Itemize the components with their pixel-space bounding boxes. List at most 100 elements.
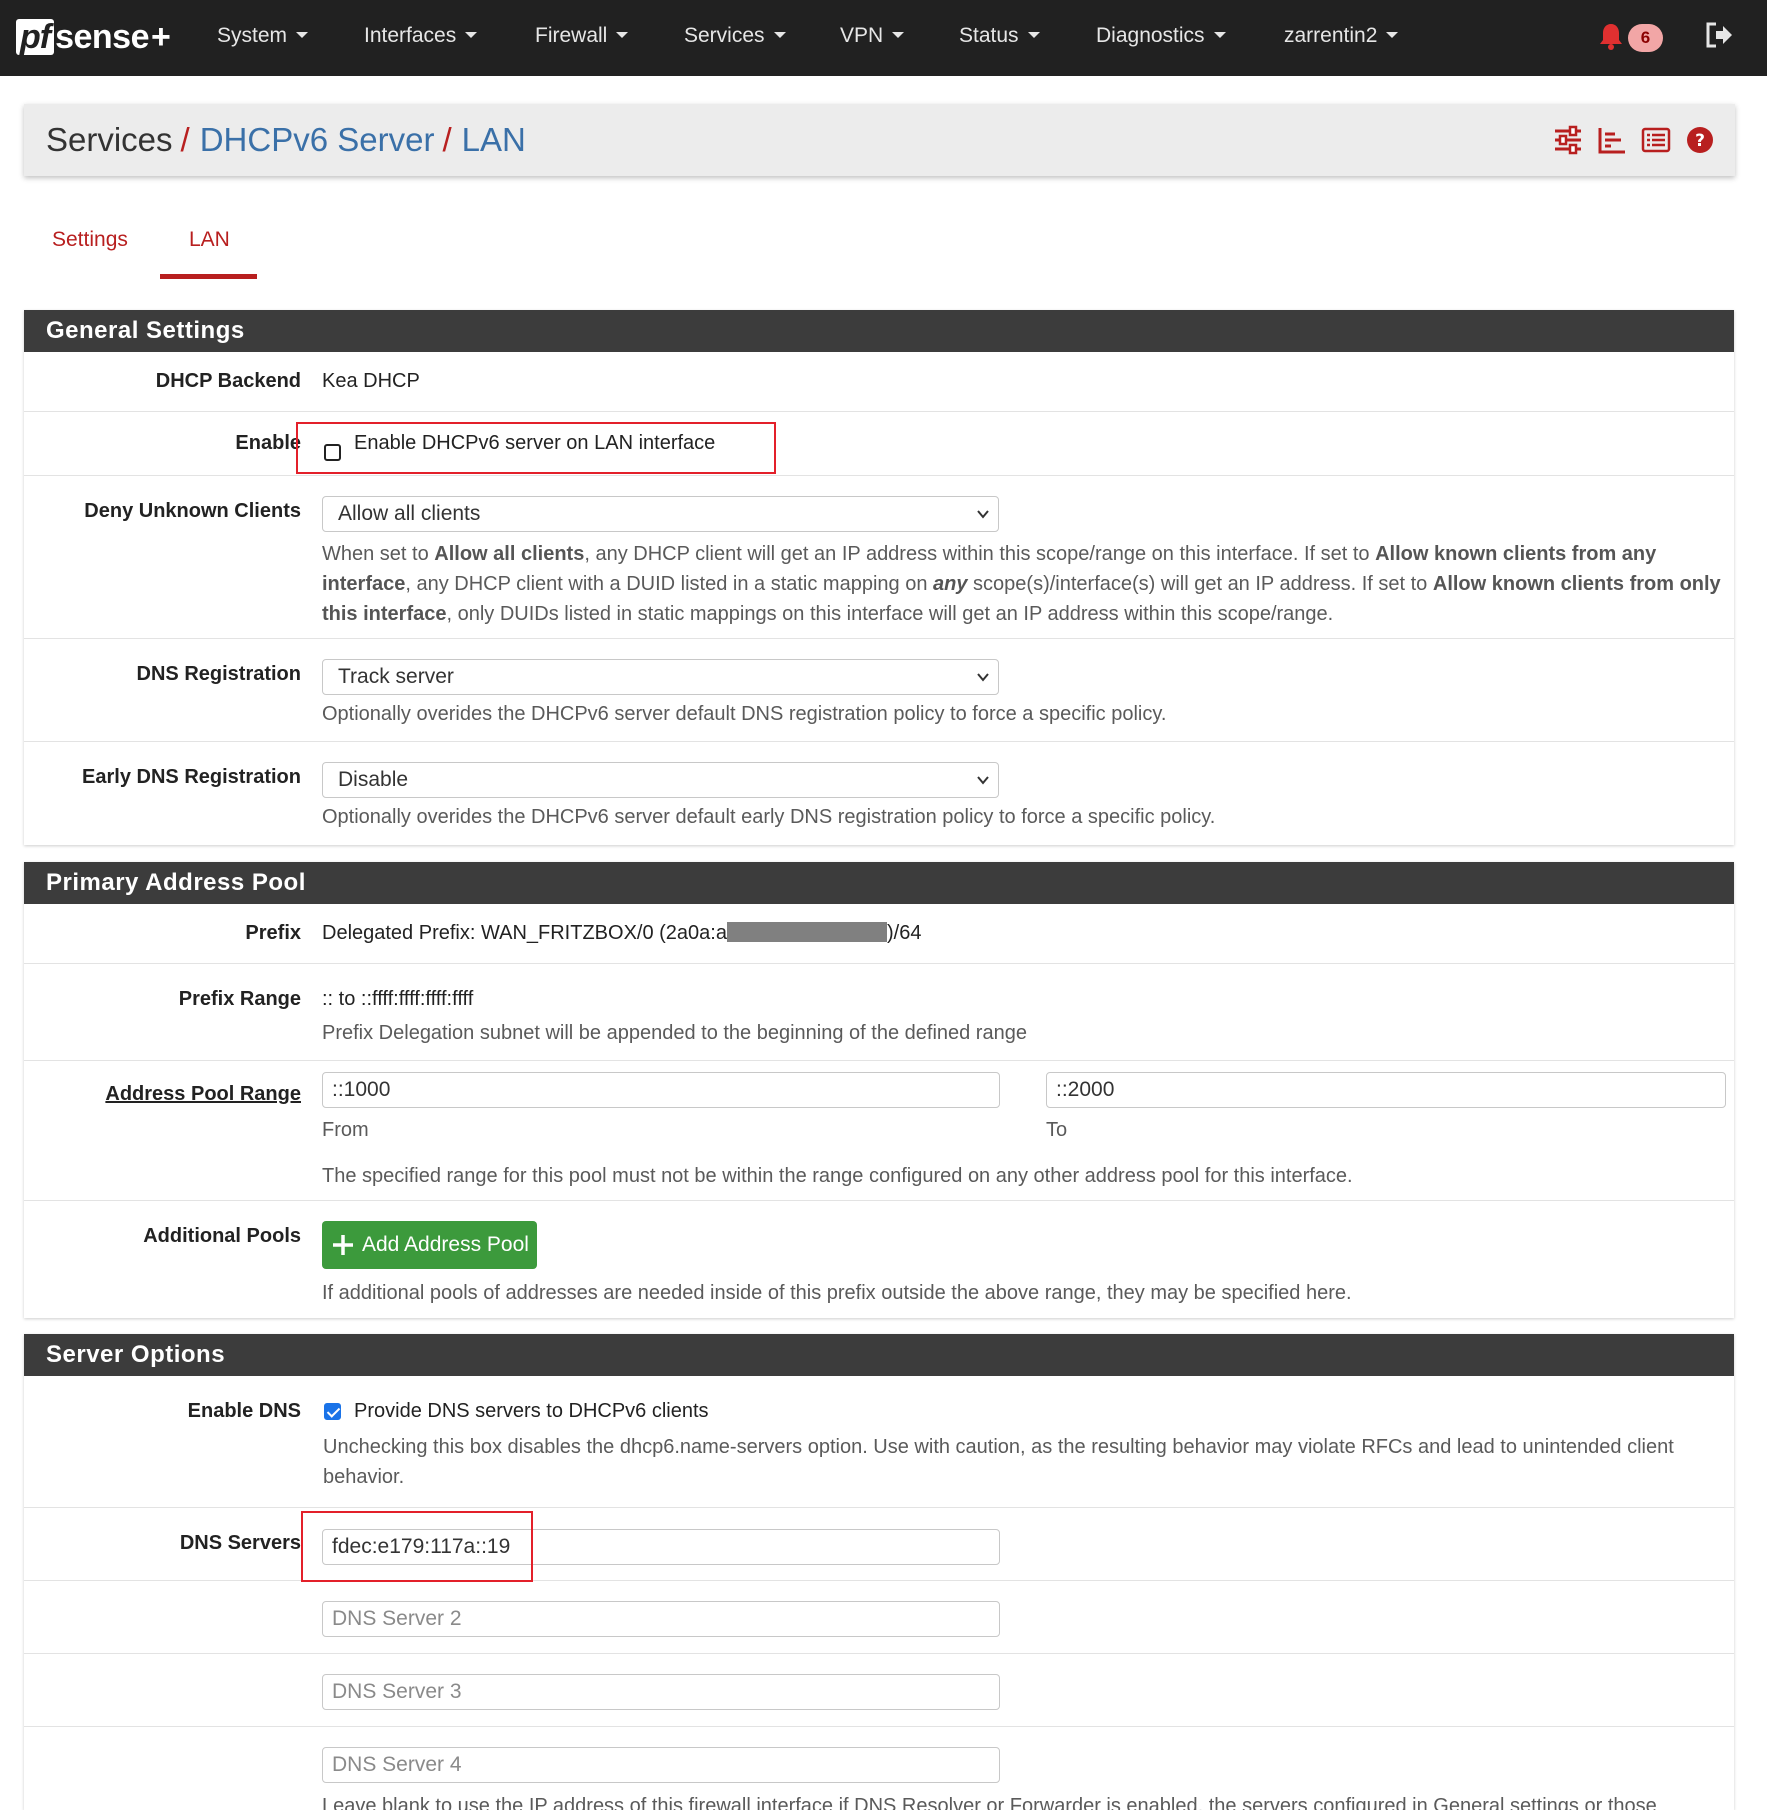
enable-checkbox-label[interactable]: Enable DHCPv6 server on LAN interface xyxy=(354,432,715,455)
redacted-block xyxy=(726,921,887,942)
plus-icon xyxy=(333,1235,353,1255)
pool-from-input[interactable]: ::1000 xyxy=(322,1072,1000,1108)
early-dns-select[interactable]: Disable xyxy=(322,762,999,798)
chevron-down-icon xyxy=(977,510,989,519)
primary-address-pool-panel: Primary Address Pool Prefix Delegated Pr… xyxy=(24,862,1734,1318)
panel-title: General Settings xyxy=(24,310,1734,352)
dns-registration-help: Optionally overides the DHCPv6 server de… xyxy=(322,703,1167,725)
logo-sense: sense xyxy=(55,18,149,56)
chart-icon[interactable] xyxy=(1597,125,1627,155)
chevron-down-icon xyxy=(1213,32,1226,39)
prefix-range-label: Prefix Range xyxy=(178,988,301,1010)
row-dns-server-3: DNS Server 3 xyxy=(24,1654,1734,1727)
enable-label: Enable xyxy=(235,432,301,454)
row-dns-server-2: DNS Server 2 xyxy=(24,1581,1734,1654)
breadcrumb-separator: / xyxy=(442,121,452,158)
early-dns-label: Early DNS Registration xyxy=(82,766,301,788)
row-prefix-range: Prefix Range :: to ::ffff:ffff:ffff:ffff… xyxy=(24,964,1734,1061)
row-deny-unknown-clients: Deny Unknown Clients Allow all clients W… xyxy=(24,476,1734,639)
dhcp-backend-label: DHCP Backend xyxy=(155,370,301,392)
row-additional-pools: Additional Pools Add Address Pool If add… xyxy=(24,1201,1734,1318)
row-prefix: Prefix Delegated Prefix: WAN_FRITZBOX/0 … xyxy=(24,904,1734,964)
breadcrumb: Services / DHCPv6 Server / LAN xyxy=(46,104,526,176)
additional-pools-help: If additional pools of addresses are nee… xyxy=(322,1282,1352,1304)
breadcrumb-lan[interactable]: LAN xyxy=(462,121,526,158)
additional-pools-label: Additional Pools xyxy=(143,1225,301,1247)
chevron-down-icon xyxy=(1027,32,1040,39)
pfsense-logo[interactable]: pf sense + xyxy=(16,14,171,60)
logo-plus: + xyxy=(151,18,171,56)
chevron-down-icon xyxy=(892,32,905,39)
breadcrumb-actions: ? xyxy=(1553,124,1715,156)
dns-servers-label: DNS Servers xyxy=(179,1532,301,1554)
enable-dns-checkbox[interactable] xyxy=(324,1403,341,1420)
row-address-pool-range: Address Pool Range ::1000 ::2000 From To… xyxy=(24,1061,1734,1201)
prefix-value: Delegated Prefix: WAN_FRITZBOX/0 (2a0a:a… xyxy=(322,921,922,944)
address-pool-range-label[interactable]: Address Pool Range xyxy=(105,1083,301,1106)
breadcrumb-separator: / xyxy=(180,121,190,158)
enable-dns-checkbox-label[interactable]: Provide DNS servers to DHCPv6 clients xyxy=(354,1400,709,1423)
chevron-down-icon xyxy=(773,32,786,39)
list-icon[interactable] xyxy=(1641,125,1671,155)
panel-title: Primary Address Pool xyxy=(24,862,1734,904)
dns-server-4-input[interactable]: DNS Server 4 xyxy=(322,1747,1000,1783)
panel-title: Server Options xyxy=(24,1334,1734,1376)
deny-unknown-label: Deny Unknown Clients xyxy=(84,500,301,522)
chevron-down-icon xyxy=(1386,32,1399,39)
help-icon[interactable]: ? xyxy=(1685,125,1715,155)
bell-icon[interactable] xyxy=(1598,22,1624,50)
deny-unknown-help: When set to Allow all clients, any DHCP … xyxy=(322,543,1721,625)
chevron-down-icon xyxy=(977,673,989,682)
nav-interfaces[interactable]: Interfaces xyxy=(364,0,478,72)
dns-server-2-input[interactable]: DNS Server 2 xyxy=(322,1601,1000,1637)
general-settings-panel: General Settings DHCP Backend Kea DHCP E… xyxy=(24,310,1734,845)
pool-to-input[interactable]: ::2000 xyxy=(1046,1072,1726,1108)
logo-pf: pf xyxy=(16,19,55,55)
nav-firewall[interactable]: Firewall xyxy=(535,0,629,72)
notification-count-badge[interactable]: 6 xyxy=(1628,24,1663,52)
logout-icon[interactable] xyxy=(1704,20,1734,50)
nav-status[interactable]: Status xyxy=(959,0,1040,72)
pool-to-label: To xyxy=(1046,1119,1068,1141)
server-options-panel: Server Options Enable DNS Provide DNS se… xyxy=(24,1334,1734,1810)
dns-registration-select[interactable]: Track server xyxy=(322,659,999,695)
chevron-down-icon xyxy=(977,776,989,785)
dns-registration-label: DNS Registration xyxy=(136,663,301,685)
row-dns-server-4: DNS Server 4 Leave blank to use the IP a… xyxy=(24,1727,1734,1810)
nav-user-menu[interactable]: zarrentin2 xyxy=(1284,0,1399,72)
highlight-box xyxy=(301,1511,533,1582)
tab-lan[interactable]: LAN xyxy=(189,222,230,258)
chevron-down-icon xyxy=(465,32,478,39)
row-enable: Enable Enable DHCPv6 server on LAN inter… xyxy=(24,412,1734,476)
top-navbar: pf sense + System Interfaces Firewall Serv… xyxy=(0,0,1767,76)
breadcrumb-dhcpv6-server[interactable]: DHCPv6 Server xyxy=(200,121,435,158)
enable-checkbox[interactable] xyxy=(324,444,341,461)
active-tab-indicator xyxy=(160,274,257,279)
dns-servers-help: Leave blank to use the IP address of thi… xyxy=(322,1795,1657,1810)
nav-services[interactable]: Services xyxy=(684,0,786,72)
nav-system[interactable]: System xyxy=(217,0,309,72)
dns-server-3-input[interactable]: DNS Server 3 xyxy=(322,1674,1000,1710)
row-dns-registration: DNS Registration Track server Optionally… xyxy=(24,639,1734,742)
add-address-pool-button[interactable]: Add Address Pool xyxy=(322,1221,537,1269)
nav-vpn[interactable]: VPN xyxy=(840,0,905,72)
early-dns-help: Optionally overides the DHCPv6 server de… xyxy=(322,806,1216,828)
prefix-range-help: Prefix Delegation subnet will be appende… xyxy=(322,1022,1027,1044)
dhcp-backend-value: Kea DHCP xyxy=(322,370,420,392)
breadcrumb-bar: Services / DHCPv6 Server / LAN ? xyxy=(24,104,1735,176)
row-early-dns-registration: Early DNS Registration Disable Optionall… xyxy=(24,742,1734,845)
sliders-icon[interactable] xyxy=(1553,125,1583,155)
row-dhcp-backend: DHCP Backend Kea DHCP xyxy=(24,352,1734,412)
nav-diagnostics[interactable]: Diagnostics xyxy=(1096,0,1226,72)
enable-dns-label: Enable DNS xyxy=(187,1400,301,1422)
tab-settings[interactable]: Settings xyxy=(52,222,128,258)
chevron-down-icon xyxy=(296,32,309,39)
pool-range-help: The specified range for this pool must n… xyxy=(322,1165,1353,1187)
enable-dns-help: Unchecking this box disables the dhcp6.n… xyxy=(323,1436,1674,1488)
prefix-range-value: :: to ::ffff:ffff:ffff:ffff xyxy=(322,988,474,1010)
row-enable-dns: Enable DNS Provide DNS servers to DHCPv6… xyxy=(24,1376,1734,1508)
prefix-label: Prefix xyxy=(245,922,301,944)
deny-unknown-select[interactable]: Allow all clients xyxy=(322,496,999,532)
svg-text:?: ? xyxy=(1695,131,1705,151)
pool-from-label: From xyxy=(322,1119,369,1141)
